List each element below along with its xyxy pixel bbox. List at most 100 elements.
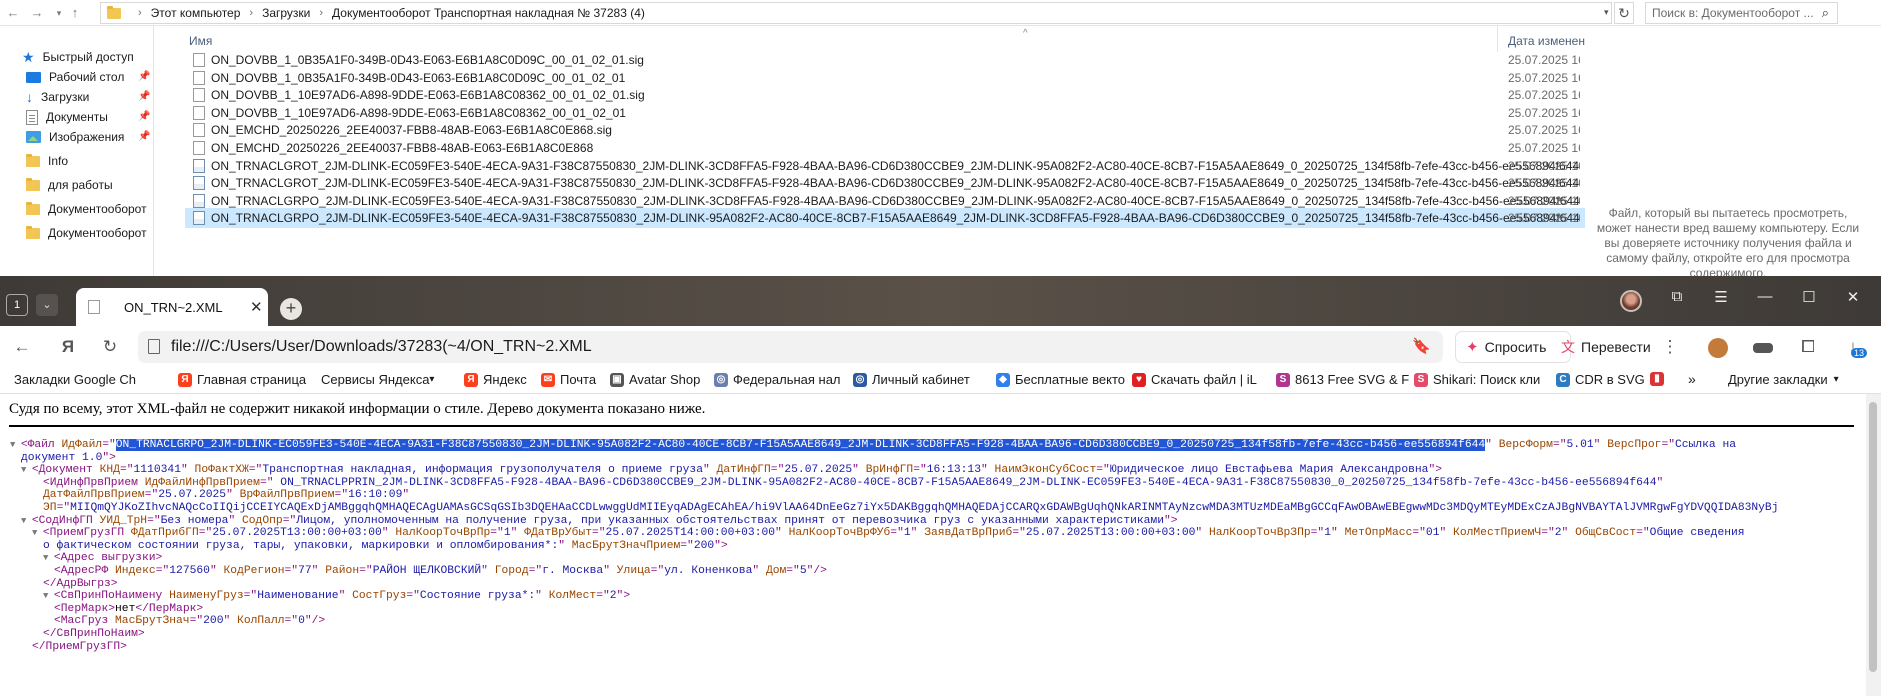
up-arrow-icon[interactable]: ↑ bbox=[66, 4, 84, 22]
xml-token: 127560 bbox=[169, 565, 210, 577]
bookmark-item[interactable]: S Shikari: Поиск кли bbox=[1414, 372, 1540, 387]
breadcrumb-item-current-folder[interactable]: Документооборот Транспортная накладная №… bbox=[332, 6, 645, 20]
tabs-dropdown-chevron-icon[interactable]: ⌄ bbox=[36, 294, 58, 316]
address-dropdown-icon[interactable]: ▾ bbox=[1604, 7, 1609, 18]
bookmark-item[interactable]: ♥ Скачать файл | iL bbox=[1132, 372, 1257, 387]
tab-count-button[interactable]: 1 bbox=[6, 294, 28, 316]
column-header-date[interactable]: Дата изменен bbox=[1508, 34, 1585, 48]
bookmark-item[interactable]: ◎ Личный кабинет bbox=[853, 372, 970, 387]
bookmark-item[interactable]: ◆ Бесплатные векто bbox=[996, 372, 1125, 387]
desktop-icon bbox=[26, 71, 41, 83]
bookmark-item[interactable]: Сервисы Яндекса ▾ bbox=[321, 372, 434, 387]
file-name: ON_DOVBB_1_0B35A1F0-349B-0D43-E063-E6B1A… bbox=[211, 53, 644, 67]
extensions-puzzle-icon[interactable]: ⧠ bbox=[1797, 337, 1819, 357]
explorer-search-input[interactable]: Поиск в: Документооборот ... ⌕ bbox=[1645, 2, 1838, 24]
bookmark-item[interactable]: Я Главная страница bbox=[178, 372, 306, 387]
bookmark-label: Яндекс bbox=[483, 372, 527, 387]
nav-item-docflow-1[interactable]: Документооборот bbox=[26, 198, 147, 220]
collections-icon[interactable]: ⧉ bbox=[1662, 288, 1692, 305]
xml-token: Состояние груза*: bbox=[419, 590, 536, 603]
nav-item-info[interactable]: Info bbox=[26, 150, 68, 172]
file-name: ON_DOVBB_1_10E97AD6-A898-9DDE-E063-E6B1A… bbox=[211, 88, 645, 103]
translate-button[interactable]: 文 Перевести bbox=[1553, 331, 1659, 363]
page-scrollbar[interactable] bbox=[1866, 394, 1881, 696]
translate-label: Перевести bbox=[1581, 339, 1651, 355]
expand-toggle-icon[interactable]: ▼ bbox=[21, 465, 32, 475]
nav-item-pictures[interactable]: Изображения bbox=[26, 126, 124, 148]
pin-icon[interactable]: 📌 bbox=[138, 111, 150, 122]
nav-item-docflow-2[interactable]: Документооборот bbox=[26, 222, 147, 244]
address-bar[interactable]: file:///C:/Users/User/Downloads/37283(~4… bbox=[138, 331, 1443, 363]
forward-arrow-icon[interactable]: → bbox=[28, 4, 46, 22]
avatar[interactable] bbox=[1620, 290, 1642, 312]
bookmarks-overflow-icon[interactable]: » bbox=[1688, 371, 1696, 387]
pin-icon[interactable]: 📌 bbox=[138, 71, 150, 82]
maximize-icon[interactable]: ☐ bbox=[1794, 288, 1824, 306]
new-tab-plus-icon[interactable]: + bbox=[280, 298, 302, 320]
more-options-icon[interactable]: ⋮ bbox=[1659, 337, 1681, 357]
bookmark-item[interactable]: C CDR в SVG bbox=[1556, 372, 1645, 387]
bookmark-icon[interactable]: 🔖 bbox=[1412, 337, 1431, 355]
bookmark-item[interactable]: Закладки Google Ch bbox=[14, 372, 136, 387]
minimize-icon[interactable]: — bbox=[1750, 288, 1780, 305]
back-arrow-icon[interactable]: ← bbox=[4, 4, 22, 22]
bookmark-item[interactable]: S 8613 Free SVG & F bbox=[1276, 372, 1409, 387]
file-name: ON_EMCHD_20250226_2EE40037-FBB8-48AB-E06… bbox=[211, 141, 594, 155]
xml-token: 25.07.2025T13:00:00+03:00 bbox=[1025, 527, 1196, 540]
scrollbar-thumb[interactable] bbox=[1869, 402, 1877, 672]
breadcrumb-item-downloads[interactable]: Загрузки bbox=[262, 6, 310, 20]
column-divider[interactable] bbox=[1497, 26, 1498, 52]
breadcrumb-item-this-pc[interactable]: Этот компьютер bbox=[151, 6, 241, 20]
xml-token: " bbox=[752, 565, 766, 577]
expand-toggle-icon[interactable]: ▼ bbox=[32, 528, 43, 538]
file-row[interactable]: ON_TRNACLGRPO_2JM-DLINK-EC059FE3-540E-4E… bbox=[185, 208, 1585, 229]
extension-icon[interactable] bbox=[1753, 343, 1773, 353]
bookmark-item[interactable]: ✉ Почта bbox=[541, 372, 596, 387]
close-icon[interactable]: ✕ bbox=[250, 298, 263, 316]
nav-item-documents[interactable]: Документы bbox=[26, 106, 108, 128]
nav-item-downloads[interactable]: ↓ Загрузки bbox=[26, 86, 89, 108]
breadcrumb[interactable]: › Этот компьютер › Загрузки › Документоо… bbox=[100, 2, 1612, 24]
nav-item-quick-access[interactable]: ★ Быстрый доступ bbox=[22, 46, 134, 68]
reload-icon[interactable]: ↻ bbox=[99, 337, 121, 357]
menu-icon[interactable]: ☰ bbox=[1706, 288, 1736, 306]
xml-token: " bbox=[775, 527, 789, 540]
window-close-icon[interactable]: ✕ bbox=[1838, 288, 1868, 306]
expand-toggle-icon[interactable]: ▼ bbox=[43, 553, 54, 563]
extension-icon[interactable] bbox=[1708, 338, 1728, 358]
refresh-icon[interactable]: ↻ bbox=[1614, 2, 1634, 24]
xml-token: " bbox=[1656, 476, 1664, 489]
column-header-name[interactable]: Имя bbox=[189, 34, 212, 48]
xml-token: <ПерМарк> bbox=[54, 602, 116, 615]
other-bookmarks[interactable]: Другие закладки ▾ bbox=[1728, 372, 1839, 387]
xml-token: =" bbox=[334, 489, 349, 502]
xml-token: " bbox=[910, 527, 925, 540]
file-name: ON_TRNACLGRPO_2JM-DLINK-EC059FE3-540E-4E… bbox=[211, 211, 1580, 226]
xml-token: =" bbox=[591, 527, 606, 540]
tab-active[interactable]: ON_TRN~2.XML ✕ bbox=[76, 288, 268, 326]
back-arrow-icon[interactable]: ← bbox=[11, 337, 33, 357]
nav-item-for-work[interactable]: для работы bbox=[26, 174, 113, 196]
xml-token: ПоФактХЖ bbox=[194, 464, 249, 477]
bookmark-item[interactable]: ◎ Федеральная нал bbox=[714, 372, 841, 387]
search-icon: ⌕ bbox=[1821, 5, 1829, 20]
expand-toggle-icon[interactable]: ▼ bbox=[43, 591, 54, 601]
xml-token: <МасГруз bbox=[54, 615, 116, 628]
bookmark-item[interactable]: Я Яндекс bbox=[464, 372, 527, 387]
expand-toggle-icon[interactable]: ▼ bbox=[21, 516, 32, 526]
file-date: 25.07.2025 16: bbox=[1508, 88, 1580, 103]
cdr-icon: C bbox=[1556, 372, 1570, 387]
pin-icon[interactable]: 📌 bbox=[138, 91, 150, 102]
bookmark-item[interactable]: ▣ Avatar Shop bbox=[610, 372, 700, 387]
expand-toggle-icon[interactable]: ▼ bbox=[10, 440, 21, 450]
xml-token: <Адрес выгрузки> bbox=[53, 552, 163, 565]
xml-token: 0 bbox=[298, 615, 305, 628]
yandex-icon[interactable]: Я bbox=[57, 337, 79, 357]
pin-icon[interactable]: 📌 bbox=[138, 131, 150, 142]
nav-pane-scrollbar[interactable] bbox=[153, 26, 154, 276]
nav-item-desktop[interactable]: Рабочий стол bbox=[26, 66, 124, 88]
heart-icon: ♥ bbox=[1132, 372, 1146, 387]
xml-token: "> bbox=[102, 451, 116, 464]
xml-token: КодРегион bbox=[223, 565, 285, 577]
bookmark-item[interactable]: ▮ bbox=[1650, 372, 1669, 386]
